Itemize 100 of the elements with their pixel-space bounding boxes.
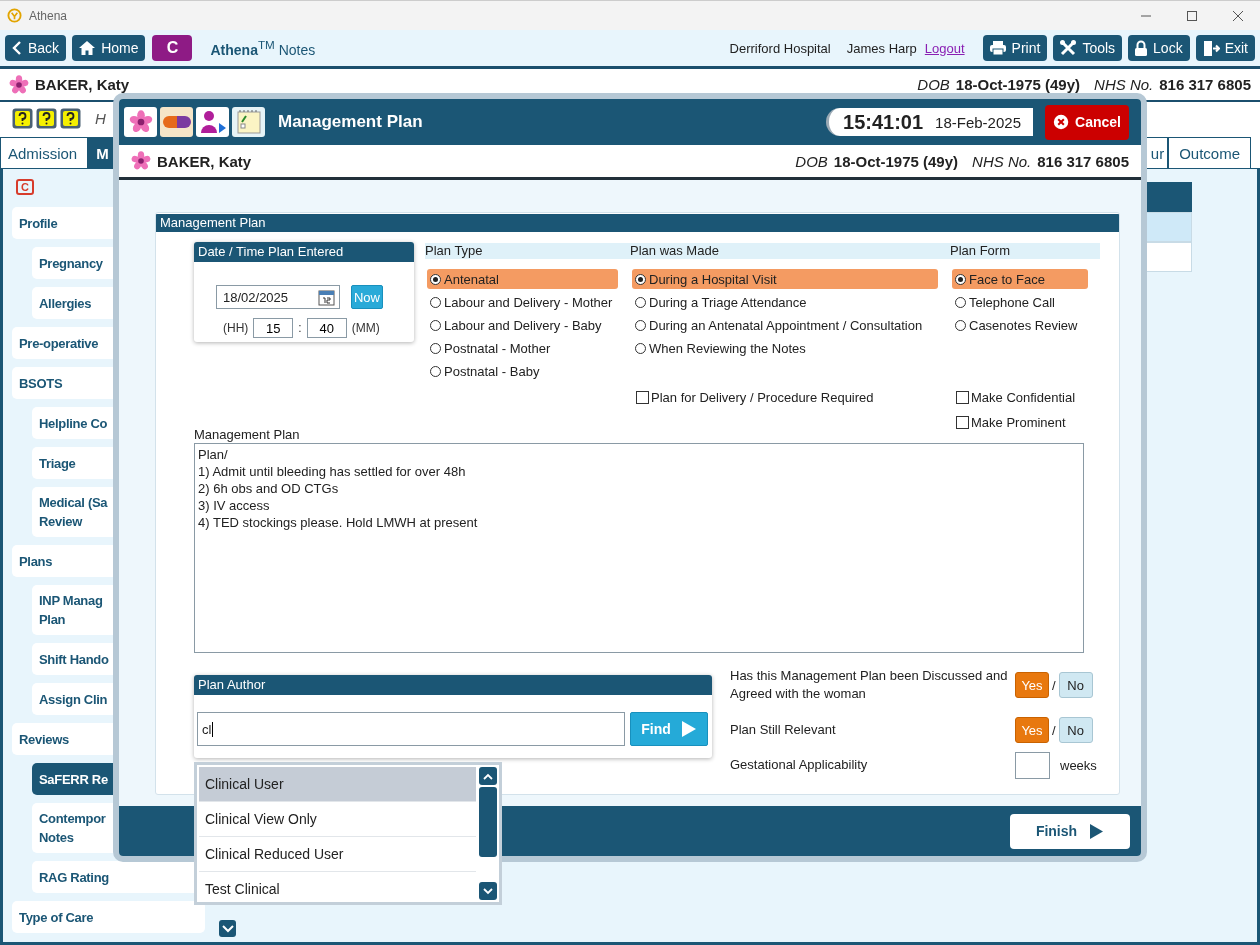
app-name: Athena$^{TM}$ Notes <box>210 38 316 58</box>
lock-button[interactable]: Lock <box>1128 35 1190 61</box>
notepad-icon <box>235 109 262 135</box>
app-button[interactable]: C <box>152 35 193 61</box>
home-button[interactable]: Home <box>72 35 146 61</box>
nhs-label: NHS No. <box>972 152 1032 170</box>
unit-label: weeks <box>1060 757 1097 773</box>
chevron-up-icon <box>483 772 494 780</box>
back-icon <box>11 40 23 56</box>
radio-option[interactable]: During a Hospital Visit <box>632 269 938 289</box>
pill-icon <box>161 115 192 129</box>
lock-icon <box>1134 39 1149 57</box>
exit-icon <box>1201 39 1220 57</box>
exit-button[interactable]: Exit <box>1195 35 1255 61</box>
suggestion-item[interactable]: Clinical Reduced User <box>199 837 477 872</box>
patient-name: BAKER, Katy <box>35 76 130 93</box>
question-label: Gestational Applicability <box>730 756 869 774</box>
tab[interactable]: Admission <box>0 137 89 168</box>
calendar-icon[interactable] <box>318 288 335 306</box>
scroll-up-button[interactable] <box>479 767 498 785</box>
tools-icon <box>1059 39 1078 57</box>
logout-link[interactable]: Logout <box>924 40 965 56</box>
close-icon <box>1053 112 1070 132</box>
no-button[interactable]: No <box>1058 672 1093 698</box>
maximize-icon[interactable] <box>1186 9 1198 22</box>
suggestion-item[interactable]: Clinical View Only <box>199 802 477 837</box>
dob-label: DOB <box>917 76 950 93</box>
help-icon[interactable] <box>12 108 33 129</box>
back-button[interactable]: Back <box>5 35 67 61</box>
radio-option[interactable]: Antenatal <box>427 269 618 289</box>
notes-label: Management Plan <box>194 427 301 443</box>
pill-button[interactable] <box>160 107 193 137</box>
flower-button[interactable] <box>124 107 157 137</box>
scroll-down-button[interactable] <box>479 882 498 900</box>
play-icon <box>680 720 697 738</box>
radio-option[interactable]: During an Antenatal Appointment / Consultation <box>632 315 938 335</box>
close-icon[interactable] <box>1232 9 1244 22</box>
chevron-down-icon <box>483 887 494 895</box>
group-heading: Plan Type <box>425 243 630 259</box>
nhs-label: NHS No. <box>1094 76 1154 93</box>
flower-icon <box>131 151 151 171</box>
radio-option[interactable]: Postnatal - Baby <box>427 361 618 381</box>
c-badge[interactable]: C <box>16 179 34 195</box>
radio-option[interactable]: Labour and Delivery - Baby <box>427 315 618 335</box>
no-button[interactable]: No <box>1058 717 1093 743</box>
panel-title: Plan Author <box>194 675 712 695</box>
header-text: H <box>95 110 106 127</box>
help-icon[interactable] <box>36 108 57 129</box>
radio-option[interactable]: Labour and Delivery - Mother <box>427 292 618 312</box>
nhs-number: 816 317 6805 <box>1037 152 1129 170</box>
print-button[interactable]: Print <box>982 35 1048 61</box>
radio-option[interactable]: Postnatal - Mother <box>427 338 618 358</box>
person-button[interactable] <box>196 107 229 137</box>
flower-icon <box>9 74 29 95</box>
scrollbar-thumb[interactable] <box>479 787 498 857</box>
printer-icon <box>988 40 1007 56</box>
radio-option[interactable]: During a Triage Attendance <box>632 292 938 312</box>
hospital-name: Derriford Hospital <box>729 40 831 56</box>
notepad-button[interactable] <box>232 107 265 137</box>
person-icon <box>198 109 227 135</box>
tools-button[interactable]: Tools <box>1053 35 1123 61</box>
date-field[interactable]: 18/02/2025 <box>216 285 340 309</box>
hours-field[interactable]: 15 <box>253 318 294 338</box>
checkbox-option[interactable]: Plan for Delivery / Procedure Required <box>636 389 950 405</box>
author-field[interactable]: cl <box>197 712 625 746</box>
weeks-field[interactable] <box>1015 751 1050 779</box>
patient-name: BAKER, Katy <box>157 152 252 170</box>
radio-option[interactable]: Face to Face <box>952 269 1088 289</box>
finish-button[interactable]: Finish <box>1010 813 1130 849</box>
tab[interactable]: Outcome <box>1168 137 1251 168</box>
dialog-title: Management Plan <box>278 112 423 132</box>
play-icon <box>1089 822 1105 840</box>
group-heading: Plan was Made <box>630 243 950 259</box>
help-icon[interactable] <box>60 108 81 129</box>
radio-option[interactable]: Casenotes Review <box>952 315 1088 335</box>
notes-field[interactable]: Plan/ 1) Admit until bleeding has settled for over 48h 2) 6h obs and OD CTGs 3) IV access 4) TED stockings please. Hold LMWH at present <box>194 443 1084 653</box>
app-logo-icon <box>7 8 22 23</box>
checkbox-option[interactable]: Make Confidential <box>956 389 1100 405</box>
sidebar-item[interactable]: Type of Care <box>12 901 205 933</box>
flower-icon <box>128 110 153 134</box>
nhs-number: 816 317 6805 <box>1159 76 1251 93</box>
window-title: Athena <box>29 8 68 23</box>
scroll-down-button[interactable] <box>219 920 236 937</box>
clock-date: 18-Feb-2025 <box>935 113 1021 131</box>
minutes-field[interactable]: 40 <box>306 318 347 338</box>
clock-time: 15:41:01 <box>843 110 924 134</box>
suggestion-item[interactable]: Clinical User <box>199 767 477 802</box>
section-title: Management Plan <box>156 214 1119 232</box>
group-heading: Plan Form <box>950 243 1100 259</box>
hours-label: (HH) <box>223 321 249 335</box>
cancel-button[interactable]: Cancel <box>1045 104 1129 140</box>
dob-label: DOB <box>795 152 828 170</box>
checkbox-option[interactable]: Make Prominent <box>956 414 1100 430</box>
time-separator: : <box>298 321 302 335</box>
radio-option[interactable]: When Reviewing the Notes <box>632 338 938 358</box>
home-icon <box>78 40 97 56</box>
separator-text: / <box>1052 722 1056 738</box>
author-value: cl <box>202 721 212 737</box>
dob-value: 18-Oct-1975 (49y) <box>833 152 959 170</box>
radio-option[interactable]: Telephone Call <box>952 292 1088 312</box>
